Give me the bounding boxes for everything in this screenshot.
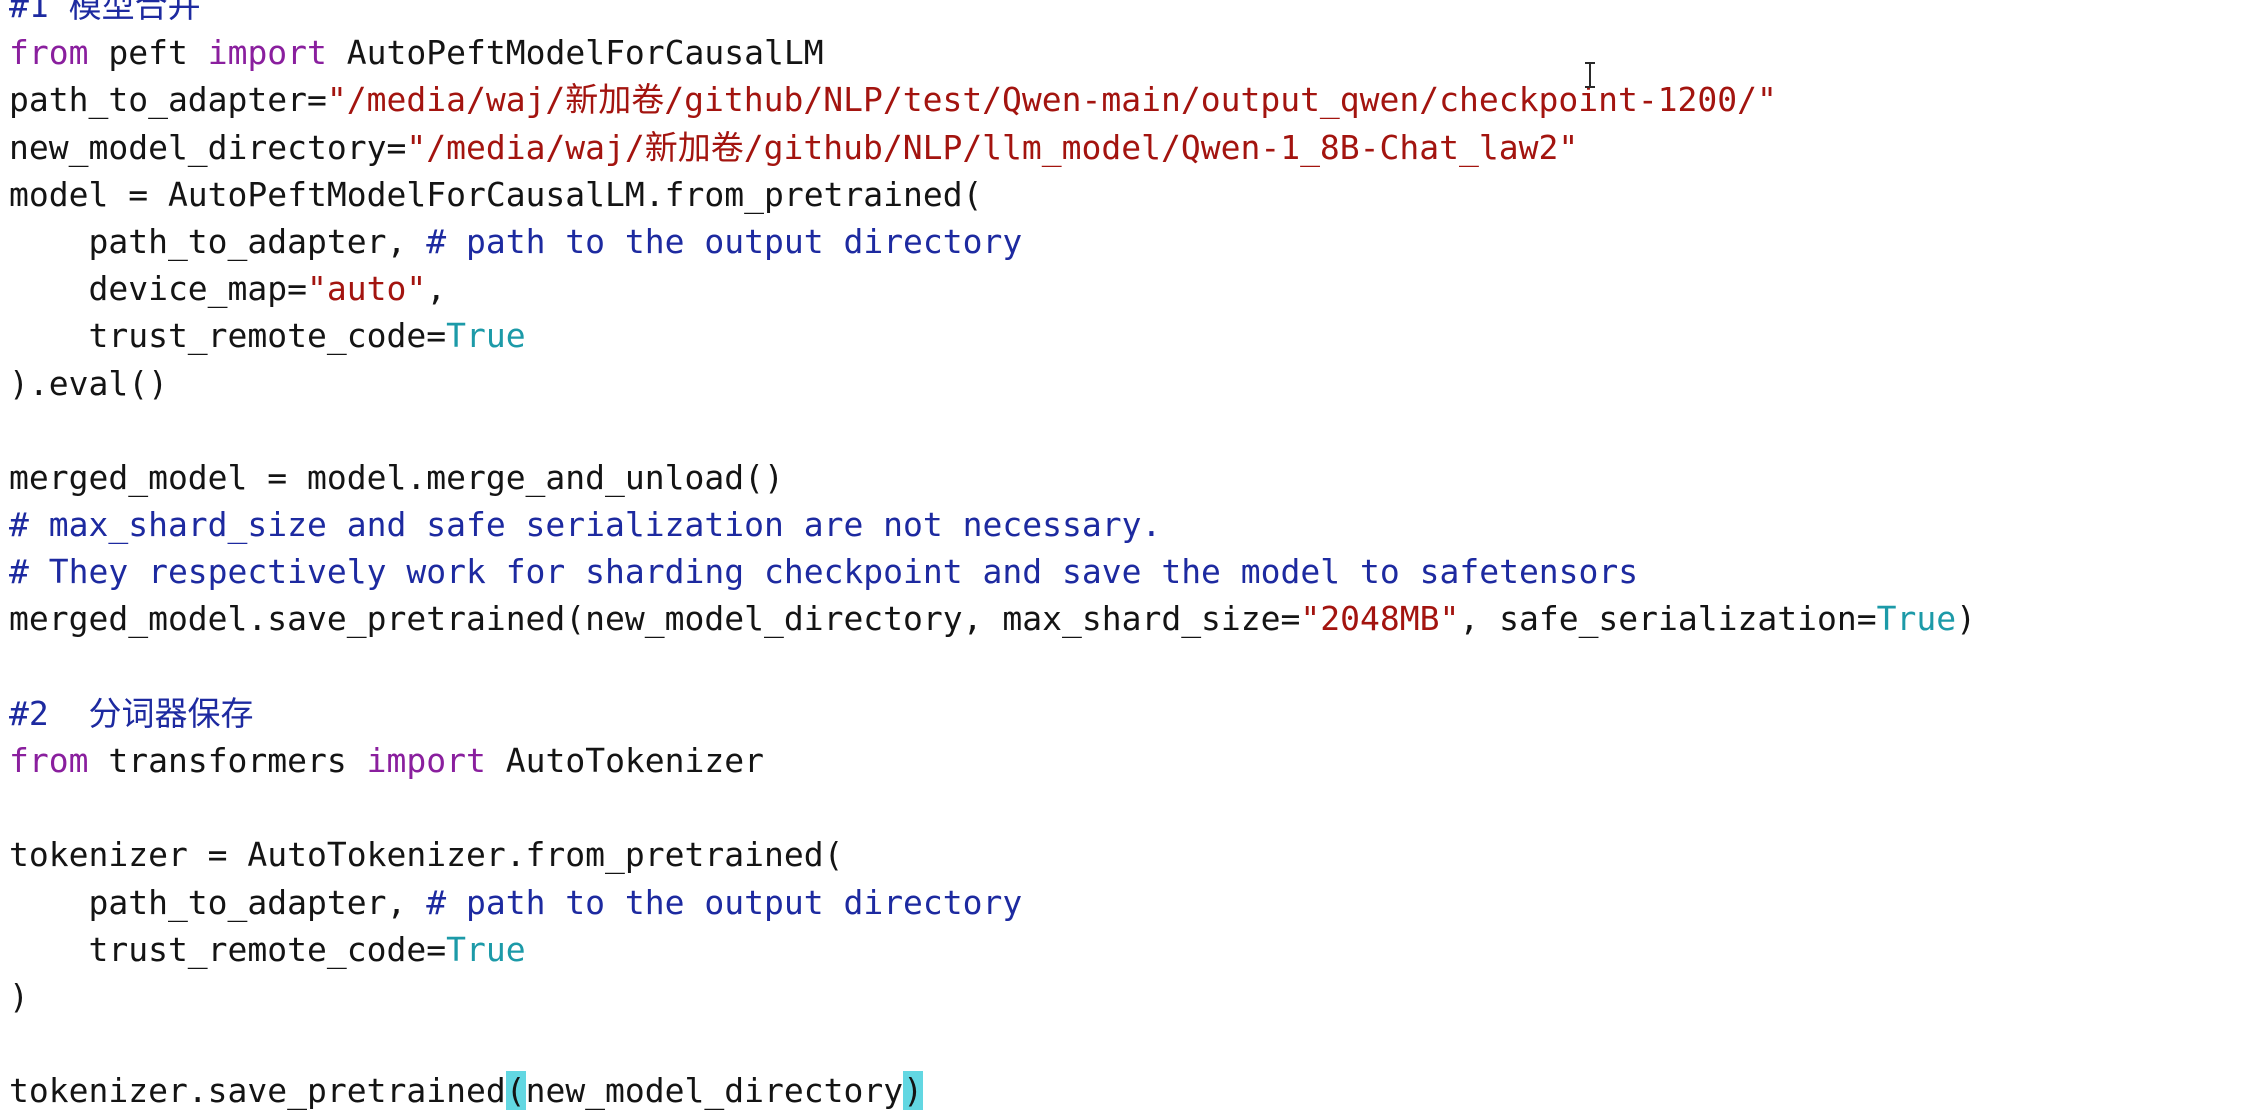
code-keyword: from: [9, 33, 89, 73]
code-keyword: import: [207, 33, 327, 73]
code-comment: # path to the output directory: [426, 221, 1023, 261]
code-line[interactable]: [9, 784, 1976, 831]
code-text: model = AutoPeftModelForCausalLM.from_pr…: [9, 174, 983, 214]
code-constant: True: [446, 316, 526, 356]
code-line[interactable]: from peft import AutoPeftModelForCausalL…: [9, 29, 1976, 76]
code-text: new_model_directory=: [9, 127, 407, 167]
code-text: ,: [426, 269, 447, 309]
code-constant: True: [446, 929, 526, 969]
code-text: merged_model.save_pretrained(new_model_d…: [9, 599, 1301, 639]
code-text: ).eval(): [9, 363, 168, 403]
code-line[interactable]: path_to_adapter="/media/waj/新加卷/github/N…: [9, 76, 1976, 123]
code-text: path_to_adapter=: [9, 80, 327, 120]
code-text: tokenizer = AutoTokenizer.from_pretraine…: [9, 835, 844, 875]
code-comment: # path to the output directory: [426, 882, 1023, 922]
code-line[interactable]: #2 分词器保存: [9, 690, 1976, 737]
code-line[interactable]: #1 模型合并: [9, 0, 1976, 29]
code-line[interactable]: ).eval(): [9, 360, 1976, 407]
code-line[interactable]: device_map="auto",: [9, 265, 1976, 312]
matched-bracket-highlight: (: [505, 1071, 526, 1111]
code-line[interactable]: path_to_adapter, # path to the output di…: [9, 879, 1976, 926]
code-text: path_to_adapter,: [9, 882, 427, 922]
code-line[interactable]: merged_model.save_pretrained(new_model_d…: [9, 595, 1976, 642]
code-text: , safe_serialization=: [1459, 599, 1877, 639]
code-line[interactable]: ): [9, 973, 1976, 1020]
code-comment: # max_shard_size and safe serialization …: [9, 505, 1162, 545]
code-text: AutoPeftModelForCausalLM: [326, 33, 824, 73]
code-keyword: import: [366, 741, 486, 780]
code-line[interactable]: # They respectively work for sharding ch…: [9, 548, 1976, 595]
code-comment: # They respectively work for sharding ch…: [9, 552, 1639, 592]
code-keyword: from: [9, 741, 89, 780]
matched-bracket-highlight: ): [903, 1071, 923, 1111]
code-constant: True: [1876, 599, 1957, 639]
code-line[interactable]: [9, 1020, 1976, 1067]
code-text: new_model_directory: [525, 1071, 904, 1111]
code-line[interactable]: [9, 407, 1976, 454]
code-line[interactable]: model = AutoPeftModelForCausalLM.from_pr…: [9, 171, 1976, 218]
code-line[interactable]: trust_remote_code=True: [9, 312, 1976, 359]
code-line[interactable]: merged_model = model.merge_and_unload(): [9, 454, 1976, 501]
code-text: path_to_adapter,: [9, 221, 427, 261]
code-text: ): [9, 976, 29, 1016]
code-text: tokenizer.save_pretrained: [9, 1071, 506, 1111]
code-text: transformers: [88, 741, 367, 780]
code-line[interactable]: trust_remote_code=True: [9, 926, 1976, 973]
code-text: AutoTokenizer: [485, 741, 765, 780]
code-line[interactable]: [9, 643, 1976, 690]
code-line[interactable]: tokenizer = AutoTokenizer.from_pretraine…: [9, 831, 1976, 878]
code-line[interactable]: # max_shard_size and safe serialization …: [9, 501, 1976, 548]
code-string: "2048MB": [1300, 599, 1460, 639]
code-string: "/media/waj/新加卷/github/NLP/llm_model/Qwe…: [406, 127, 1579, 167]
code-comment: #1 模型合并: [9, 0, 201, 25]
code-line[interactable]: path_to_adapter, # path to the output di…: [9, 218, 1976, 265]
code-text: ): [1956, 599, 1976, 639]
code-text: merged_model = model.merge_and_unload(): [9, 457, 784, 497]
code-line[interactable]: new_model_directory="/media/waj/新加卷/gith…: [9, 124, 1976, 171]
code-text: trust_remote_code=: [9, 929, 447, 969]
text-ibeam-cursor-icon: [1584, 62, 1596, 88]
code-text: device_map=: [9, 269, 308, 309]
code-string: "auto": [307, 269, 427, 309]
code-line[interactable]: from transformers import AutoTokenizer: [9, 737, 1976, 784]
code-line[interactable]: tokenizer.save_pretrained(new_model_dire…: [9, 1067, 1976, 1114]
code-area[interactable]: #1 模型合并 from peft import AutoPeftModelFor…: [9, 0, 1976, 1115]
code-editor[interactable]: #1 模型合并 from peft import AutoPeftModelFor…: [0, 0, 2246, 1116]
code-text: trust_remote_code=: [9, 316, 447, 356]
code-text: peft: [88, 33, 208, 73]
code-comment: #2 分词器保存: [9, 693, 254, 733]
code-string: "/media/waj/新加卷/github/NLP/test/Qwen-mai…: [326, 80, 1777, 120]
